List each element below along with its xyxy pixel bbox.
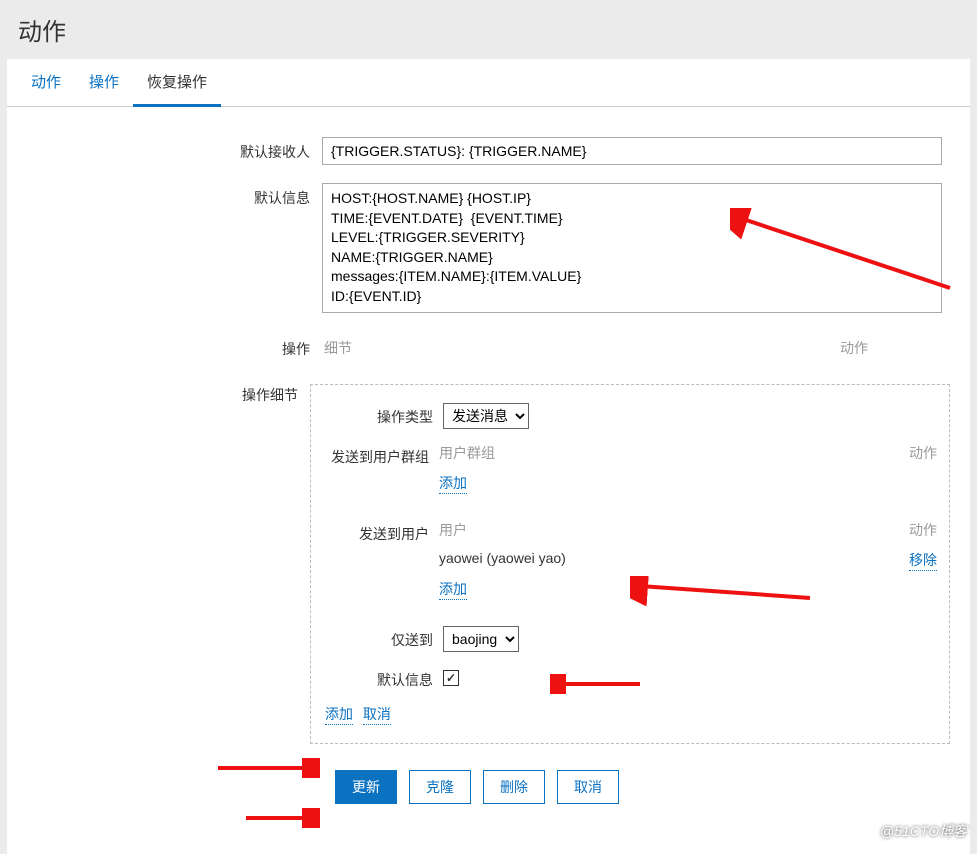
detail-row-default-info: 默认信息 ✓ [323, 666, 937, 690]
default-message-textarea[interactable] [322, 183, 942, 313]
detail-row-send-users: 发送到用户 用户 动作 yaowei (yaowei yao) 移除 [323, 520, 937, 600]
add-user-group-link[interactable]: 添加 [439, 473, 467, 494]
label-default-message: 默认信息 [17, 183, 322, 208]
label-default-info: 默认信息 [323, 666, 443, 690]
col-detail: 细节 [324, 338, 840, 358]
label-operations: 操作 [17, 334, 322, 359]
label-send-groups: 发送到用户群组 [323, 443, 439, 467]
clone-button[interactable]: 克隆 [409, 770, 471, 804]
op-type-select[interactable]: 发送消息 [443, 403, 529, 429]
watermark: @51CTO博客 [880, 821, 967, 841]
operation-detail-box: 操作类型 发送消息 发送到用户群组 用户群组 [310, 384, 950, 744]
label-default-recipient: 默认接收人 [17, 137, 322, 162]
label-only-send-to: 仅送到 [323, 626, 443, 650]
label-op-type: 操作类型 [323, 403, 443, 427]
detail-cancel-link[interactable]: 取消 [363, 704, 391, 725]
users-table: 用户 动作 yaowei (yaowei yao) 移除 添加 [439, 520, 937, 600]
detail-row-type: 操作类型 发送消息 [323, 403, 937, 429]
page-title: 动作 [0, 0, 977, 59]
table-row: yaowei (yaowei yao) 移除 [439, 550, 937, 571]
tab-recovery-operation[interactable]: 恢复操作 [133, 59, 221, 107]
col-action: 动作 [840, 338, 940, 358]
delete-button[interactable]: 删除 [483, 770, 545, 804]
col-user-group-action: 动作 [887, 443, 937, 463]
row-operation-detail: 操作细节 操作类型 发送消息 发送到用户群组 [17, 380, 960, 744]
tab-operation[interactable]: 操作 [75, 59, 133, 106]
detail-add-link[interactable]: 添加 [325, 704, 353, 725]
user-groups-table: 用户群组 动作 添加 [439, 443, 937, 494]
default-info-checkbox[interactable]: ✓ [443, 670, 459, 686]
row-default-message: 默认信息 [17, 183, 960, 316]
add-user-link[interactable]: 添加 [439, 579, 467, 600]
detail-actions: 添加 取消 [325, 704, 937, 725]
user-name: yaowei (yaowei yao) [439, 550, 887, 571]
detail-row-send-groups: 发送到用户群组 用户群组 动作 添加 [323, 443, 937, 494]
only-send-to-select[interactable]: baojing [443, 626, 519, 652]
row-default-recipient: 默认接收人 [17, 137, 960, 165]
tabs: 动作 操作 恢复操作 [7, 59, 970, 107]
col-user: 用户 [439, 520, 887, 540]
cancel-button[interactable]: 取消 [557, 770, 619, 804]
label-send-users: 发送到用户 [323, 520, 439, 544]
label-operation-detail: 操作细节 [17, 380, 310, 405]
col-user-group: 用户群组 [439, 443, 887, 463]
default-recipient-input[interactable] [322, 137, 942, 165]
row-operations: 操作 细节 动作 [17, 334, 960, 362]
form: 默认接收人 默认信息 操作 细节 动作 操作细节 [7, 107, 970, 814]
content: 动作 操作 恢复操作 默认接收人 默认信息 操作 细节 动作 [7, 59, 970, 854]
operations-table-header: 细节 动作 [322, 334, 942, 362]
detail-row-only-send-to: 仅送到 baojing [323, 626, 937, 652]
tab-action[interactable]: 动作 [17, 59, 75, 106]
update-button[interactable]: 更新 [335, 770, 397, 804]
form-buttons: 更新 克隆 删除 取消 [335, 770, 960, 804]
remove-user-link[interactable]: 移除 [909, 550, 937, 571]
col-user-action: 动作 [887, 520, 937, 540]
